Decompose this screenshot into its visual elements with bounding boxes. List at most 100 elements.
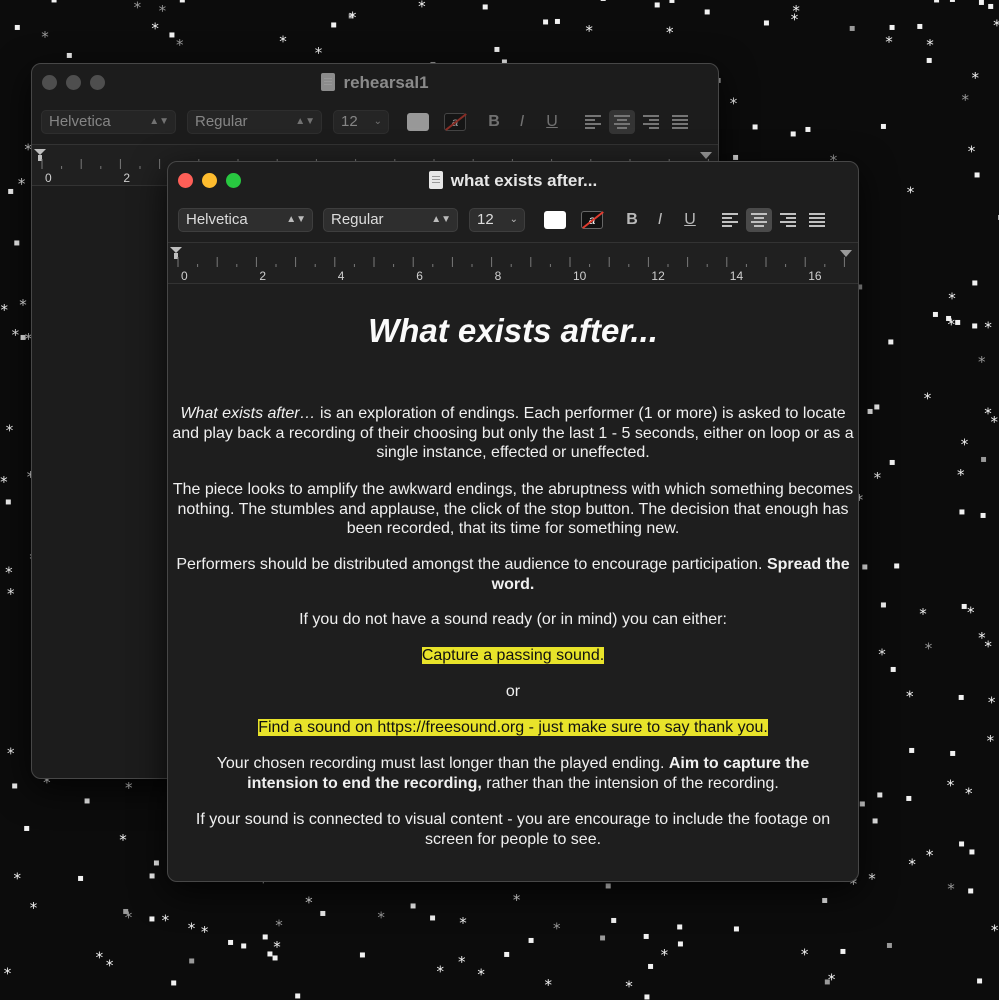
star: ▪ <box>976 976 983 987</box>
document-heading: What exists after... <box>368 312 658 349</box>
star: * <box>477 965 485 983</box>
titlebar[interactable]: what exists after... <box>168 162 858 200</box>
star: ▪ <box>905 793 912 804</box>
chevron-down-icon: ⌄ <box>509 214 518 225</box>
star: * <box>106 957 114 975</box>
star: * <box>19 296 27 314</box>
star: ▪ <box>861 562 868 573</box>
star: * <box>513 891 521 909</box>
ruler[interactable]: 0 2 4 6 8 10 12 14 16 <box>168 242 858 284</box>
underline-button[interactable]: U <box>542 110 562 134</box>
star: * <box>874 469 882 487</box>
star: ▪ <box>958 838 965 849</box>
star: ▪ <box>752 121 759 132</box>
recording-length-text: Your chosen recording must last longer t… <box>216 755 669 772</box>
star: * <box>907 183 915 201</box>
underline-button[interactable]: U <box>680 208 700 232</box>
star: ▪ <box>805 124 812 135</box>
star: * <box>906 688 914 706</box>
star: * <box>661 946 669 964</box>
star: * <box>437 962 445 980</box>
align-left-button[interactable] <box>717 208 743 232</box>
font-family-popup[interactable]: Helvetica ▲▼ <box>178 208 313 232</box>
star: ▪ <box>227 937 234 948</box>
text-color-swatch[interactable] <box>544 211 566 229</box>
star: ▪ <box>122 906 129 917</box>
font-size-popup[interactable]: 12 ⌄ <box>333 110 389 134</box>
justify-button[interactable] <box>667 110 693 134</box>
font-style-popup[interactable]: Regular ▲▼ <box>323 208 458 232</box>
font-family-popup[interactable]: Helvetica ▲▼ <box>41 110 176 134</box>
star: ▪ <box>170 978 177 989</box>
star: ▪ <box>643 931 650 942</box>
bold-button[interactable]: B <box>622 208 642 232</box>
window-title: rehearsal1 <box>32 73 718 93</box>
highlight-freesound: Find a sound on https://freesound.org - … <box>258 719 768 736</box>
ruler-label: 8 <box>495 269 502 283</box>
background-color-swatch[interactable]: a <box>444 113 467 131</box>
align-left-button[interactable] <box>580 110 606 134</box>
font-style-popup[interactable]: Regular ▲▼ <box>187 110 322 134</box>
font-family-value: Helvetica <box>186 211 248 228</box>
star: ▪ <box>179 0 186 6</box>
ruler-right-margin-marker[interactable] <box>840 250 852 257</box>
star: ▪ <box>482 1 489 12</box>
star: ▪ <box>978 0 985 8</box>
star: * <box>885 33 893 51</box>
ruler-label: 2 <box>123 171 130 185</box>
ruler-indent-marker[interactable] <box>170 247 182 259</box>
star: ▪ <box>889 457 896 468</box>
star: ▪ <box>980 454 987 465</box>
star: ▪ <box>84 795 91 806</box>
star: * <box>151 20 159 38</box>
star: * <box>984 319 992 337</box>
window-what-exists-after[interactable]: what exists after... Helvetica ▲▼ Regular… <box>167 161 859 882</box>
star: * <box>987 732 995 750</box>
window-title-text: what exists after... <box>450 171 598 190</box>
star: * <box>868 870 876 888</box>
star: * <box>4 964 12 982</box>
star: * <box>965 785 973 803</box>
star: ▪ <box>763 18 770 29</box>
star: ▪ <box>605 881 612 892</box>
titlebar[interactable]: rehearsal1 <box>32 64 718 102</box>
align-center-button[interactable] <box>609 110 635 134</box>
star: * <box>167 0 175 7</box>
justify-button[interactable] <box>804 208 830 232</box>
text-color-swatch[interactable] <box>407 113 429 131</box>
star: * <box>968 142 976 160</box>
ruler-indent-marker[interactable] <box>34 149 46 161</box>
star: ▪ <box>262 931 269 942</box>
star: * <box>30 899 38 917</box>
star: * <box>625 978 633 996</box>
bold-button[interactable]: B <box>484 110 504 134</box>
font-size-popup[interactable]: 12 ⌄ <box>469 208 525 232</box>
star: ▪ <box>66 50 73 61</box>
ruler-label: 6 <box>416 269 423 283</box>
star: * <box>967 604 975 622</box>
star: ▪ <box>886 940 893 951</box>
star: ▪ <box>790 129 797 140</box>
align-right-button[interactable] <box>775 208 801 232</box>
star: * <box>792 2 800 20</box>
star: ▪ <box>887 337 894 348</box>
ruler-right-margin-marker[interactable] <box>700 152 712 159</box>
star: ▪ <box>600 0 607 4</box>
star: ▪ <box>704 7 711 18</box>
star: ▪ <box>890 664 897 675</box>
star: * <box>947 777 955 795</box>
document-body[interactable]: What exists after... What exists after… … <box>168 283 858 881</box>
star: ▪ <box>429 913 436 924</box>
star: ▪ <box>949 0 956 5</box>
star: * <box>162 912 170 930</box>
star: ▪ <box>528 935 535 946</box>
align-center-button[interactable] <box>746 208 772 232</box>
window-title: what exists after... <box>168 171 858 191</box>
star: ▪ <box>330 20 337 31</box>
italic-button[interactable]: I <box>512 110 532 134</box>
align-right-button[interactable] <box>638 110 664 134</box>
italic-button[interactable]: I <box>650 208 670 232</box>
paragraph-performers: Performers should be distributed amongst… <box>172 555 854 594</box>
star: ▪ <box>153 858 160 869</box>
background-color-swatch[interactable]: a <box>581 211 604 229</box>
